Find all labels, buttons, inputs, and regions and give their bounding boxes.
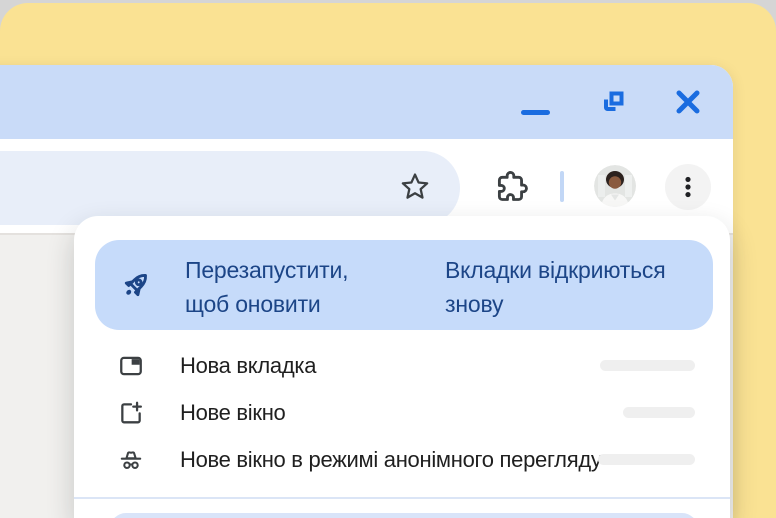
browser-menu-dropdown: Перезапустити, щоб оновити Вкладки відкр… bbox=[74, 216, 730, 518]
restart-to-update-item[interactable]: Перезапустити, щоб оновити Вкладки відкр… bbox=[95, 240, 713, 330]
new-tab-icon bbox=[118, 353, 144, 379]
restore-icon[interactable] bbox=[598, 87, 628, 117]
menu-item-incognito-window[interactable]: Нове вікно в режимі анонімного перегляду bbox=[74, 436, 730, 483]
menu-item-label: Нова вкладка bbox=[180, 353, 316, 379]
incognito-icon bbox=[118, 447, 144, 473]
menu-item-label: Нове вікно bbox=[180, 400, 286, 426]
window-titlebar bbox=[0, 65, 733, 139]
shortcut-placeholder bbox=[600, 360, 695, 371]
menu-item-label: Нове вікно в режимі анонімного перегляду bbox=[180, 447, 602, 473]
menu-item-new-window[interactable]: Нове вікно bbox=[74, 389, 730, 436]
screenshot-stage: Перезапустити, щоб оновити Вкладки відкр… bbox=[0, 0, 776, 518]
rocket-icon bbox=[116, 267, 154, 305]
profile-avatar[interactable] bbox=[594, 165, 636, 207]
menu-item-new-tab[interactable]: Нова вкладка bbox=[74, 342, 730, 389]
extensions-puzzle-icon[interactable] bbox=[491, 168, 529, 206]
more-vertical-icon[interactable] bbox=[665, 164, 711, 210]
next-section-highlight bbox=[110, 513, 698, 518]
restart-description: Вкладки відкриються знову bbox=[445, 253, 665, 321]
bookmark-star-icon[interactable] bbox=[397, 169, 433, 205]
close-icon[interactable] bbox=[672, 86, 704, 118]
new-window-icon bbox=[118, 400, 144, 426]
shortcut-placeholder bbox=[598, 454, 695, 465]
minimize-icon[interactable] bbox=[521, 110, 550, 115]
restart-label: Перезапустити, щоб оновити bbox=[185, 253, 348, 321]
address-bar[interactable] bbox=[0, 151, 460, 225]
menu-section-divider bbox=[74, 497, 730, 499]
toolbar-divider bbox=[560, 171, 564, 202]
shortcut-placeholder bbox=[623, 407, 695, 418]
